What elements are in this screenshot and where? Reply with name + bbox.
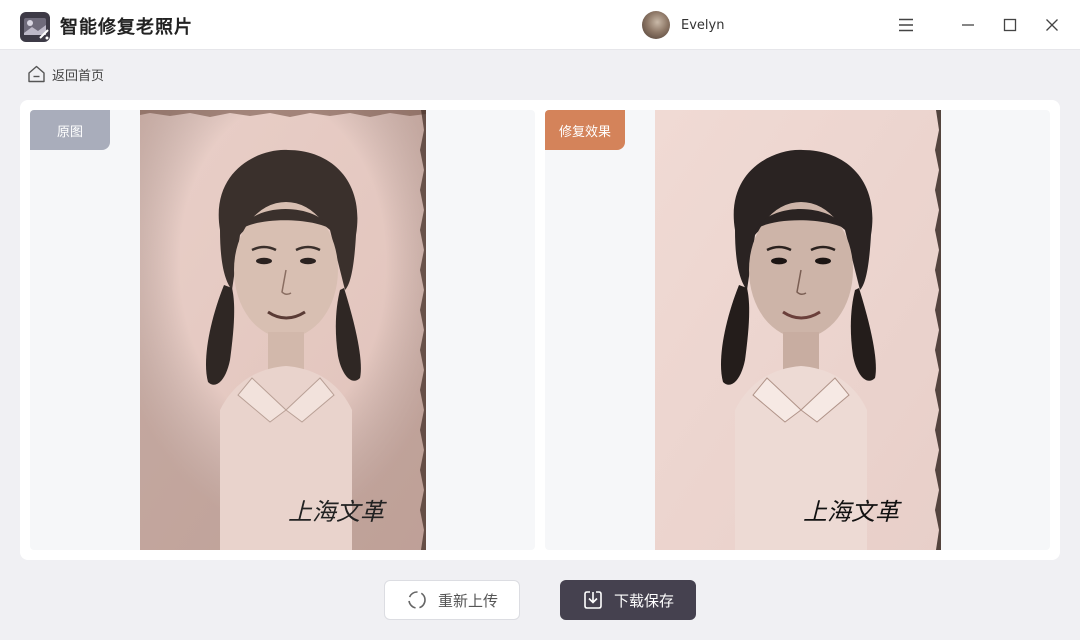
- minimize-button[interactable]: [956, 13, 980, 37]
- maximize-icon: [1003, 18, 1017, 32]
- close-icon: [1046, 19, 1058, 31]
- minimize-icon: [962, 24, 974, 26]
- menu-icon: [899, 18, 913, 32]
- back-label: 返回首页: [52, 68, 105, 84]
- original-badge: 原图: [30, 110, 110, 150]
- maximize-button[interactable]: [998, 13, 1022, 37]
- photo-caption: 上海文革: [803, 498, 902, 526]
- photo-caption: 上海文革: [288, 498, 387, 526]
- restored-badge: 修复效果: [545, 110, 625, 150]
- menu-button[interactable]: [894, 13, 918, 37]
- close-button[interactable]: [1040, 13, 1064, 37]
- original-panel: 原图 上海文革: [30, 110, 535, 550]
- title-bar: 智能修复老照片 Evelyn: [0, 0, 1080, 50]
- comparison-card: 原图 上海文革 修复效果 上海文革: [20, 100, 1060, 560]
- user-profile[interactable]: Evelyn: [642, 11, 724, 39]
- refresh-icon: [408, 591, 426, 609]
- reupload-label: 重新上传: [437, 591, 498, 610]
- back-to-home-link[interactable]: 返回首页: [27, 64, 104, 84]
- home-icon: [28, 65, 45, 83]
- reupload-button[interactable]: 重新上传: [384, 580, 520, 620]
- download-save-button[interactable]: 下载保存: [560, 580, 696, 620]
- user-name: Evelyn: [681, 17, 725, 33]
- original-photo: 上海文革: [140, 110, 426, 550]
- restored-panel: 修复效果 上海文革: [545, 110, 1050, 550]
- save-label: 下载保存: [613, 591, 674, 610]
- photo-magic-icon: [20, 12, 50, 42]
- avatar[interactable]: [642, 11, 670, 39]
- download-icon: [584, 591, 602, 609]
- app-title: 智能修复老照片: [60, 17, 193, 38]
- restored-photo: 上海文革: [655, 110, 941, 550]
